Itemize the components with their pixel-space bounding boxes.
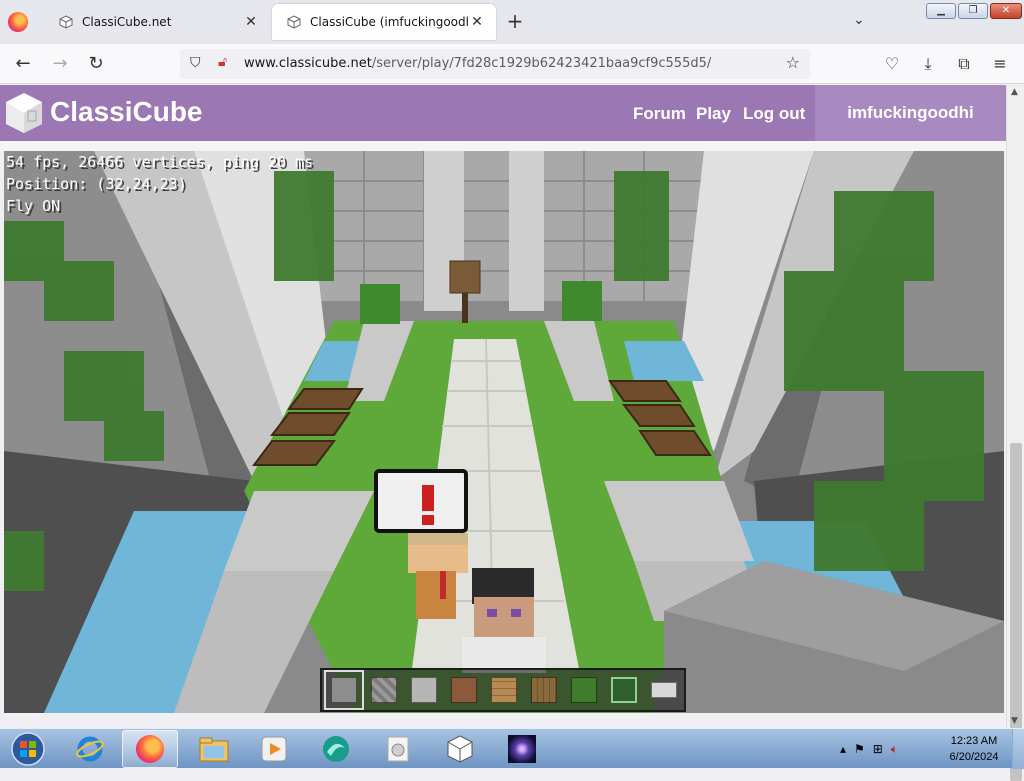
hotbar-slot-stone[interactable]: [324, 670, 364, 710]
tray-network-icon[interactable]: ⊞: [873, 742, 883, 756]
forward-arrow-icon[interactable]: →: [48, 52, 72, 76]
log-block-icon: [531, 677, 557, 703]
url-text[interactable]: www.classicube.net/server/play/7fd28c192…: [244, 56, 711, 71]
extensions-icon[interactable]: ⧉: [954, 54, 974, 74]
new-tab-button[interactable]: +: [503, 10, 527, 34]
hotbar: [320, 668, 686, 712]
white-stone-block-icon: [651, 682, 677, 698]
taskbar-disc-app-icon[interactable]: [370, 730, 426, 768]
taskbar-file-explorer-icon[interactable]: [186, 730, 242, 768]
taskbar-internet-explorer-icon[interactable]: [62, 730, 118, 768]
smooth-stone-block-icon: [411, 677, 437, 703]
firefox-menu-icon[interactable]: [8, 12, 28, 32]
game-world-scene: [4, 151, 1004, 713]
window-maximize-button[interactable]: ❐: [958, 3, 988, 19]
stone-block-icon: [331, 677, 357, 703]
page-background: [0, 141, 1006, 151]
downloads-icon[interactable]: ⤓: [918, 54, 938, 74]
tray-expand-arrow-icon[interactable]: ▴: [840, 742, 846, 756]
tray-flag-icon[interactable]: ⚑: [854, 742, 865, 756]
cobblestone-block-icon: [371, 677, 397, 703]
nav-link-forum[interactable]: Forum: [633, 104, 686, 124]
dirt-block-icon: [451, 677, 477, 703]
reload-icon[interactable]: ↻: [84, 52, 108, 76]
classicube-favicon-icon: [286, 14, 302, 30]
hotbar-slot-leaves[interactable]: [564, 670, 604, 710]
hud-fps-line: 54 fps, 26466 vertices, ping 20 ms: [6, 153, 314, 171]
system-tray: ▴ ⚑ ⊞ 🔈︎: [840, 729, 898, 769]
hud-position-line: Position: (32,24,23): [6, 175, 187, 193]
hotbar-slot-cobblestone[interactable]: [364, 670, 404, 710]
address-bar[interactable]: ⛉ 🔓︎ www.classicube.net/server/play/7fd2…: [180, 49, 810, 79]
taskbar-media-player-icon[interactable]: [246, 730, 302, 768]
tab-classicube-play[interactable]: ClassiCube (imfuckingoodhi) ✕: [272, 4, 496, 40]
tray-volume-muted-icon[interactable]: 🔈︎: [891, 742, 898, 757]
insecure-lock-icon[interactable]: 🔓︎: [218, 54, 227, 70]
window-close-button[interactable]: ✕: [990, 3, 1022, 19]
window-minimize-button[interactable]: ▁: [926, 3, 956, 19]
hotbar-slot-wood-planks[interactable]: [484, 670, 524, 710]
hotbar-slot-log[interactable]: [524, 670, 564, 710]
tab-close-icon[interactable]: ✕: [468, 14, 486, 30]
tracking-protection-shield-icon[interactable]: ⛉: [190, 55, 201, 71]
hotbar-slot-white-stone[interactable]: [644, 670, 684, 710]
clock-time: 12:23 AM: [950, 735, 998, 747]
pocket-icon[interactable]: ♡: [882, 54, 902, 73]
start-button[interactable]: [6, 729, 50, 769]
glass-block-icon: [611, 677, 637, 703]
taskbar-firefox-icon[interactable]: [122, 730, 178, 768]
hotbar-slot-glass[interactable]: [604, 670, 644, 710]
show-desktop-button[interactable]: [1012, 729, 1024, 769]
nav-link-logout[interactable]: Log out: [743, 104, 805, 124]
site-header: ClassiCube Forum Play Log out imfuckingo…: [0, 85, 1006, 141]
tab-title: ClassiCube.net: [82, 15, 172, 29]
list-all-tabs-chevron-icon[interactable]: ⌄: [853, 12, 865, 28]
back-arrow-icon[interactable]: ←: [11, 52, 35, 76]
tab-classicube-net[interactable]: ClassiCube.net ✕: [44, 4, 270, 40]
hud-fly-line: Fly ON: [6, 197, 61, 215]
username-link[interactable]: imfuckingoodhi: [815, 85, 1006, 141]
navigation-toolbar: ← → ↻ ⛉ 🔓︎ www.classicube.net/server/pla…: [0, 44, 1024, 84]
clock-date: 6/20/2024: [949, 751, 999, 763]
classicube-favicon-icon: [58, 14, 74, 30]
app-menu-hamburger-icon[interactable]: ≡: [990, 54, 1010, 73]
classicube-logo-icon[interactable]: [4, 91, 44, 135]
tab-title: ClassiCube (imfuckingoodhi): [310, 15, 468, 29]
hotbar-slot-dirt[interactable]: [444, 670, 484, 710]
nav-link-play[interactable]: Play: [696, 104, 731, 124]
taskbar-app-icon[interactable]: [308, 730, 364, 768]
taskbar-classicube-icon[interactable]: [432, 730, 488, 768]
hotbar-slot-smooth-stone[interactable]: [404, 670, 444, 710]
scroll-down-arrow-icon[interactable]: ▼: [1011, 716, 1018, 726]
taskbar-clock[interactable]: 12:23 AM 6/20/2024: [942, 733, 1006, 765]
tab-close-icon[interactable]: ✕: [242, 14, 260, 30]
windows-taskbar: ▴ ⚑ ⊞ 🔈︎ 12:23 AM 6/20/2024: [0, 728, 1024, 769]
bookmark-star-icon[interactable]: ☆: [786, 53, 800, 72]
leaves-block-icon: [571, 677, 597, 703]
tab-strip: ClassiCube.net ✕ ClassiCube (imfuckingoo…: [0, 0, 1024, 44]
game-canvas[interactable]: 54 fps, 26466 vertices, ping 20 ms Positi…: [4, 151, 1004, 713]
page-scrollbar[interactable]: ▲ ▼: [1006, 85, 1024, 781]
debug-hud: 54 fps, 26466 vertices, ping 20 ms Positi…: [6, 151, 313, 217]
wood-planks-block-icon: [491, 677, 517, 703]
site-title[interactable]: ClassiCube: [50, 96, 203, 128]
taskbar-galaxy-app-icon[interactable]: [494, 730, 550, 768]
scroll-up-arrow-icon[interactable]: ▲: [1011, 87, 1018, 97]
